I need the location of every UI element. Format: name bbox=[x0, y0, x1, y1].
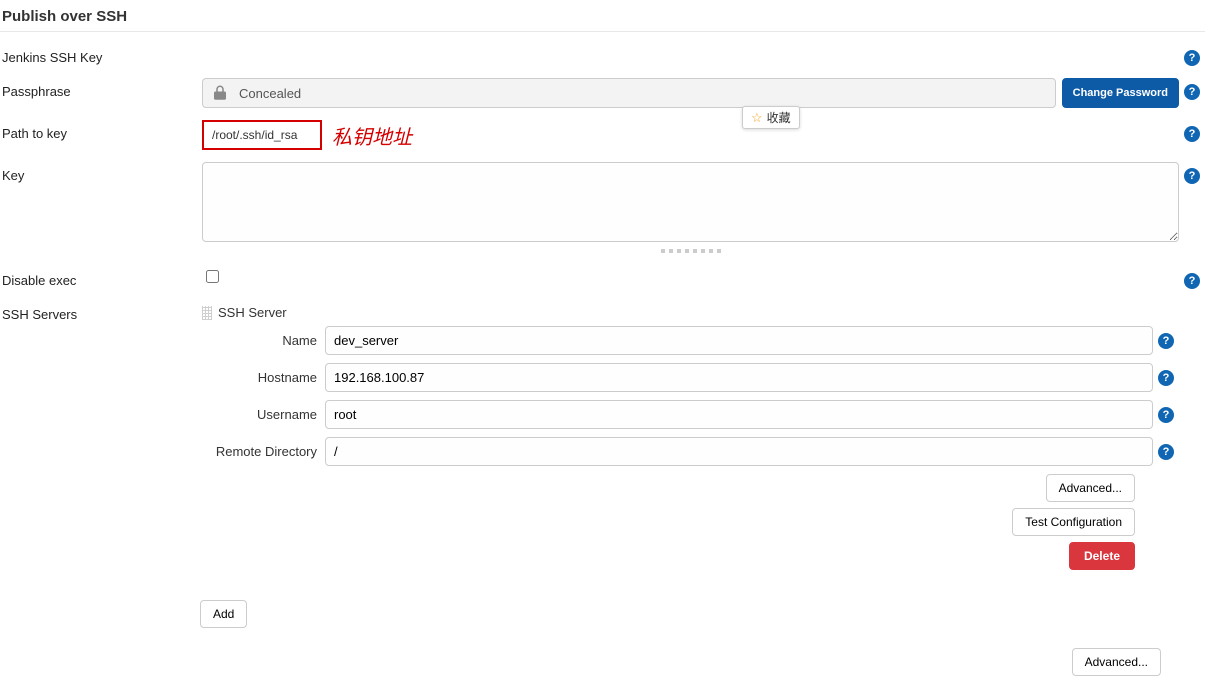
delete-button[interactable]: Delete bbox=[1069, 542, 1135, 570]
key-textarea[interactable] bbox=[202, 162, 1179, 242]
server-hostname-input[interactable] bbox=[325, 363, 1153, 392]
help-icon[interactable]: ? bbox=[1184, 168, 1200, 184]
server-hostname-label: Hostname bbox=[202, 370, 325, 385]
server-advanced-button[interactable]: Advanced... bbox=[1046, 474, 1135, 502]
concealed-text: Concealed bbox=[239, 86, 301, 101]
help-icon[interactable]: ? bbox=[1158, 333, 1174, 349]
key-label: Key bbox=[0, 162, 202, 183]
disable-exec-label: Disable exec bbox=[0, 267, 202, 288]
server-username-input[interactable] bbox=[325, 400, 1153, 429]
path-to-key-value[interactable]: /root/.ssh/id_rsa bbox=[202, 120, 322, 150]
server-username-label: Username bbox=[202, 407, 325, 422]
lock-icon bbox=[211, 84, 229, 102]
path-to-key-label: Path to key bbox=[0, 120, 202, 141]
resize-grip[interactable] bbox=[661, 249, 721, 253]
help-icon[interactable]: ? bbox=[1184, 126, 1200, 142]
help-icon[interactable]: ? bbox=[1158, 444, 1174, 460]
help-icon[interactable]: ? bbox=[1158, 407, 1174, 423]
server-remote-dir-label: Remote Directory bbox=[202, 444, 325, 459]
ssh-servers-label: SSH Servers bbox=[0, 301, 202, 322]
server-name-input[interactable] bbox=[325, 326, 1153, 355]
bottom-advanced-button[interactable]: Advanced... bbox=[1072, 648, 1161, 676]
ssh-server-heading: SSH Server bbox=[218, 305, 287, 320]
test-configuration-button[interactable]: Test Configuration bbox=[1012, 508, 1135, 536]
jenkins-ssh-key-label: Jenkins SSH Key bbox=[0, 44, 202, 65]
bookmark-text: 收藏 bbox=[767, 109, 791, 126]
disable-exec-checkbox[interactable] bbox=[206, 270, 219, 283]
drag-handle-icon[interactable] bbox=[202, 306, 212, 320]
passphrase-label: Passphrase bbox=[0, 78, 202, 99]
passphrase-concealed-box: Concealed bbox=[202, 78, 1056, 108]
add-button[interactable]: Add bbox=[200, 600, 247, 628]
server-remote-dir-input[interactable] bbox=[325, 437, 1153, 466]
help-icon[interactable]: ? bbox=[1158, 370, 1174, 386]
help-icon[interactable]: ? bbox=[1184, 84, 1200, 100]
help-icon[interactable]: ? bbox=[1184, 273, 1200, 289]
section-title: Publish over SSH bbox=[0, 0, 1205, 32]
help-icon[interactable]: ? bbox=[1184, 50, 1200, 66]
change-password-button[interactable]: Change Password bbox=[1062, 78, 1179, 108]
path-to-key-annotation: 私钥地址 bbox=[332, 121, 412, 150]
bookmark-popup[interactable]: ☆ 收藏 bbox=[742, 106, 800, 129]
server-name-label: Name bbox=[202, 333, 325, 348]
star-icon: ☆ bbox=[751, 110, 763, 126]
